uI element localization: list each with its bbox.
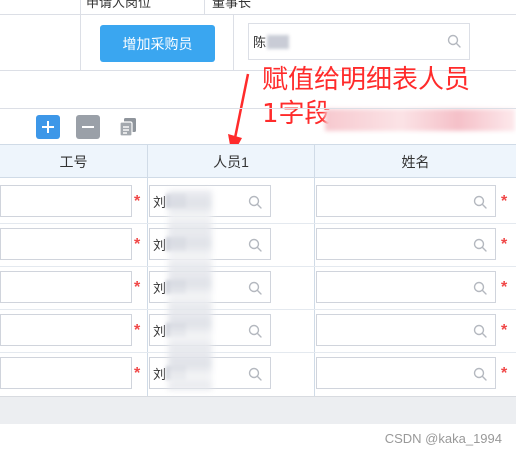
row-divider [0, 309, 516, 310]
add-buyer-button[interactable]: 增加采购员 [100, 25, 215, 62]
form-divider [233, 14, 234, 70]
person-browse-field[interactable]: 陈 [248, 23, 470, 60]
name-input[interactable] [316, 185, 496, 217]
required-star: * [501, 279, 508, 296]
table-header: 工号 人员1 姓名 [0, 144, 516, 178]
required-star: * [134, 365, 141, 382]
row-divider [0, 266, 516, 267]
watermark: CSDN @kaka_1994 [384, 431, 502, 446]
form-divider [0, 14, 516, 15]
search-icon[interactable] [248, 367, 262, 381]
form-divider [80, 0, 81, 70]
search-icon[interactable] [473, 367, 487, 381]
redacted-column-strip [168, 190, 212, 390]
required-star: * [134, 322, 141, 339]
search-icon[interactable] [473, 238, 487, 252]
form-divider [204, 0, 205, 14]
required-star: * [501, 322, 508, 339]
applicant-position-label: 申请人岗位 [86, 0, 152, 10]
column-divider [147, 144, 148, 396]
required-star: * [134, 279, 141, 296]
required-star: * [501, 193, 508, 210]
redacted-name [267, 34, 290, 49]
required-star: * [134, 193, 141, 210]
annotation-text: 赋值给明细表人员 [262, 65, 471, 95]
add-icon [42, 121, 54, 133]
add-row-button[interactable] [36, 115, 60, 139]
search-icon[interactable] [473, 281, 487, 295]
required-star: * [134, 236, 141, 253]
column-header-employee-id: 工号 [59, 154, 88, 170]
row-divider [0, 352, 516, 353]
person-field-value: 陈 [253, 35, 267, 50]
required-star: * [501, 365, 508, 382]
name-input[interactable] [316, 357, 496, 389]
column-divider [314, 144, 315, 396]
employee-id-input[interactable] [0, 185, 132, 217]
person1-value: 刘 [153, 237, 167, 253]
copy-icon [119, 118, 136, 137]
remove-row-button[interactable] [76, 115, 100, 139]
table-footer [0, 396, 516, 424]
detail-toolbar [0, 108, 516, 144]
row-divider [0, 223, 516, 224]
employee-id-input[interactable] [0, 357, 132, 389]
search-icon[interactable] [447, 34, 461, 48]
search-icon[interactable] [248, 324, 262, 338]
employee-id-input[interactable] [0, 271, 132, 303]
person1-value: 刘 [153, 280, 167, 296]
person1-value: 刘 [153, 323, 167, 339]
applicant-position-value: 董事长 [212, 0, 252, 10]
search-icon[interactable] [248, 195, 262, 209]
person1-value: 刘 [153, 194, 167, 210]
search-icon[interactable] [248, 281, 262, 295]
column-header-name: 姓名 [401, 154, 430, 170]
name-input[interactable] [316, 314, 496, 346]
search-icon[interactable] [248, 238, 262, 252]
column-header-person1: 人员1 [213, 154, 249, 170]
name-input[interactable] [316, 228, 496, 260]
search-icon[interactable] [473, 324, 487, 338]
copy-row-button[interactable] [116, 115, 140, 139]
employee-id-input[interactable] [0, 228, 132, 260]
employee-id-input[interactable] [0, 314, 132, 346]
person1-value: 刘 [153, 366, 167, 382]
remove-icon [82, 126, 94, 128]
name-input[interactable] [316, 271, 496, 303]
search-icon[interactable] [473, 195, 487, 209]
required-star: * [501, 236, 508, 253]
